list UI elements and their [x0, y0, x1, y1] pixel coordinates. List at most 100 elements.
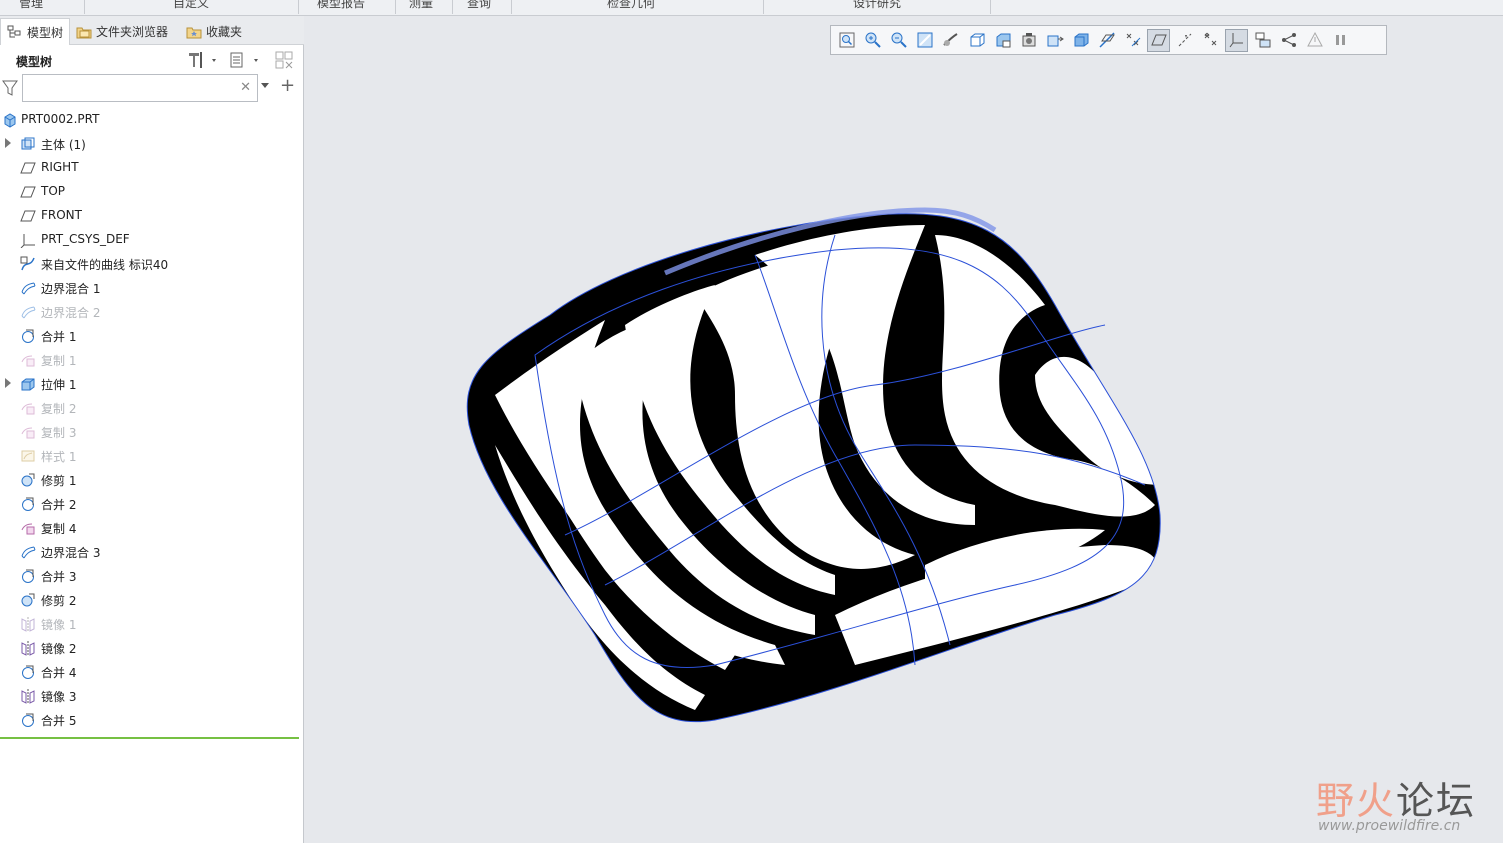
tree-search-input[interactable]: [23, 75, 233, 101]
saved-orientations-button[interactable]: [939, 29, 962, 52]
model-tree-title: 模型树: [16, 55, 53, 69]
copy-icon: [20, 520, 36, 536]
tree-node-label: 合并 3: [41, 570, 77, 584]
tree-node-label: TOP: [41, 184, 66, 198]
tree-node[interactable]: 合并 1: [0, 324, 300, 348]
tree-node[interactable]: 镜像 2: [0, 636, 300, 660]
analysis-button[interactable]: [1277, 29, 1300, 52]
spin-center-icon: [1254, 31, 1272, 49]
tree-node[interactable]: 样式 1: [0, 444, 300, 468]
pause-button[interactable]: [1303, 29, 1326, 52]
model-tree-icon: [7, 24, 23, 40]
tree-node[interactable]: 边界混合 3: [0, 540, 300, 564]
ribbon-group-manage[interactable]: 管理: [19, 0, 43, 11]
refit-button[interactable]: [835, 29, 858, 52]
appearance-button[interactable]: [1069, 29, 1092, 52]
expand-arrow-icon[interactable]: [5, 138, 11, 148]
appearance-icon: [1072, 31, 1090, 49]
tree-node[interactable]: 来自文件的曲线 标识40: [0, 252, 300, 276]
tree-node[interactable]: 修剪 2: [0, 588, 300, 612]
ribbon-group-design-study[interactable]: 设计研究: [853, 0, 901, 11]
tree-node[interactable]: FRONT: [0, 204, 300, 228]
display-style-button[interactable]: [965, 29, 988, 52]
watermark-title-b: 论坛: [1396, 779, 1477, 823]
tree-node[interactable]: RIGHT: [0, 156, 300, 180]
stop-button[interactable]: [1329, 29, 1352, 52]
graphics-view-toolbar: [830, 25, 1387, 55]
add-filter-icon[interactable]: +: [280, 75, 295, 96]
zoom-out-icon: [890, 31, 908, 49]
tree-columns-button[interactable]: [274, 50, 296, 70]
repaint-button[interactable]: [913, 29, 936, 52]
expand-arrow-icon[interactable]: [5, 378, 11, 388]
insert-here-indicator[interactable]: [0, 737, 299, 739]
tree-node[interactable]: PRT_CSYS_DEF: [0, 228, 300, 252]
zebra-surface-model[interactable]: [455, 195, 1170, 730]
ribbon-group-customize[interactable]: 自定义: [173, 0, 209, 11]
axis-display-button[interactable]: [1173, 29, 1196, 52]
model-tree-header: 模型树: [0, 46, 304, 74]
ribbon-group-model-report[interactable]: 模型报告: [317, 0, 365, 11]
trim-icon: [20, 472, 36, 488]
watermark-title-a: 野火: [1316, 779, 1397, 823]
tab-model-tree[interactable]: 模型树: [0, 18, 71, 45]
datum-display-button[interactable]: [1095, 29, 1118, 52]
annotation-display-icon: [1228, 31, 1246, 49]
zoom-in-button[interactable]: [861, 29, 884, 52]
watermark-title: 野火论坛: [1316, 770, 1476, 825]
tab-folder-browser[interactable]: 文件夹浏览器: [70, 18, 174, 45]
tree-node[interactable]: 镜像 1: [0, 612, 300, 636]
saved-views-button[interactable]: [991, 29, 1014, 52]
plane-display-button[interactable]: [1147, 28, 1170, 52]
tab-favorites[interactable]: 收藏夹: [180, 18, 248, 45]
tree-node[interactable]: 修剪 1: [0, 468, 300, 492]
csys-display-button[interactable]: [1199, 29, 1222, 52]
tree-node-label: 边界混合 1: [41, 282, 101, 296]
search-dropdown-icon[interactable]: [261, 83, 269, 88]
section-button[interactable]: [1043, 29, 1066, 52]
perspective-view-button[interactable]: [1017, 29, 1040, 52]
filter-icon[interactable]: [2, 79, 18, 100]
point-display-icon: [1124, 31, 1142, 49]
tree-node[interactable]: 边界混合 2: [0, 300, 300, 324]
tree-node[interactable]: 合并 2: [0, 492, 300, 516]
tree-node[interactable]: PRT0002.PRT: [0, 108, 300, 132]
tree-node[interactable]: 主体 (1): [0, 132, 300, 156]
datum-plane-icon: [20, 184, 36, 200]
tree-node[interactable]: 边界混合 1: [0, 276, 300, 300]
tree-node[interactable]: 合并 3: [0, 564, 300, 588]
spin-center-button[interactable]: [1251, 29, 1274, 52]
tree-node-label: 样式 1: [41, 450, 77, 464]
mirror-icon: [20, 688, 36, 704]
zoom-out-button[interactable]: [887, 29, 910, 52]
tree-node[interactable]: TOP: [0, 180, 300, 204]
ribbon-group-measure[interactable]: 测量: [409, 0, 433, 11]
tree-node-label: 拉伸 1: [41, 378, 77, 392]
settings-dropdown-button[interactable]: [186, 50, 220, 70]
ribbon-separator: [990, 0, 991, 14]
show-dropdown-button[interactable]: [228, 50, 262, 70]
annotation-display-button[interactable]: [1225, 28, 1248, 52]
tree-node[interactable]: 拉伸 1: [0, 372, 300, 396]
zoom-in-icon: [864, 31, 882, 49]
ribbon-group-query[interactable]: 查询: [467, 0, 491, 11]
ribbon-group-inspect-geometry[interactable]: 检查几何: [607, 0, 655, 11]
tree-node[interactable]: 复制 2: [0, 396, 300, 420]
tree-node[interactable]: 复制 1: [0, 348, 300, 372]
tree-node-label: 来自文件的曲线 标识40: [41, 258, 169, 272]
tree-node-label: PRT_CSYS_DEF: [41, 232, 130, 246]
point-display-button[interactable]: [1121, 29, 1144, 52]
ribbon-separator: [763, 0, 764, 14]
tree-node[interactable]: 镜像 3: [0, 684, 300, 708]
tree-node[interactable]: 合并 4: [0, 660, 300, 684]
copy-icon: [20, 352, 36, 368]
tree-node[interactable]: 合并 5: [0, 708, 300, 732]
clear-search-icon[interactable]: ✕: [240, 80, 251, 95]
tab-label: 模型树: [27, 25, 64, 40]
tree-node[interactable]: 复制 4: [0, 516, 300, 540]
pause-icon: [1306, 31, 1324, 49]
ribbon-bar: 管理 自定义 模型报告 测量 查询 检查几何 设计研究: [0, 0, 1503, 16]
refit-icon: [838, 31, 856, 49]
repaint-icon: [916, 31, 934, 49]
tree-node[interactable]: 复制 3: [0, 420, 300, 444]
